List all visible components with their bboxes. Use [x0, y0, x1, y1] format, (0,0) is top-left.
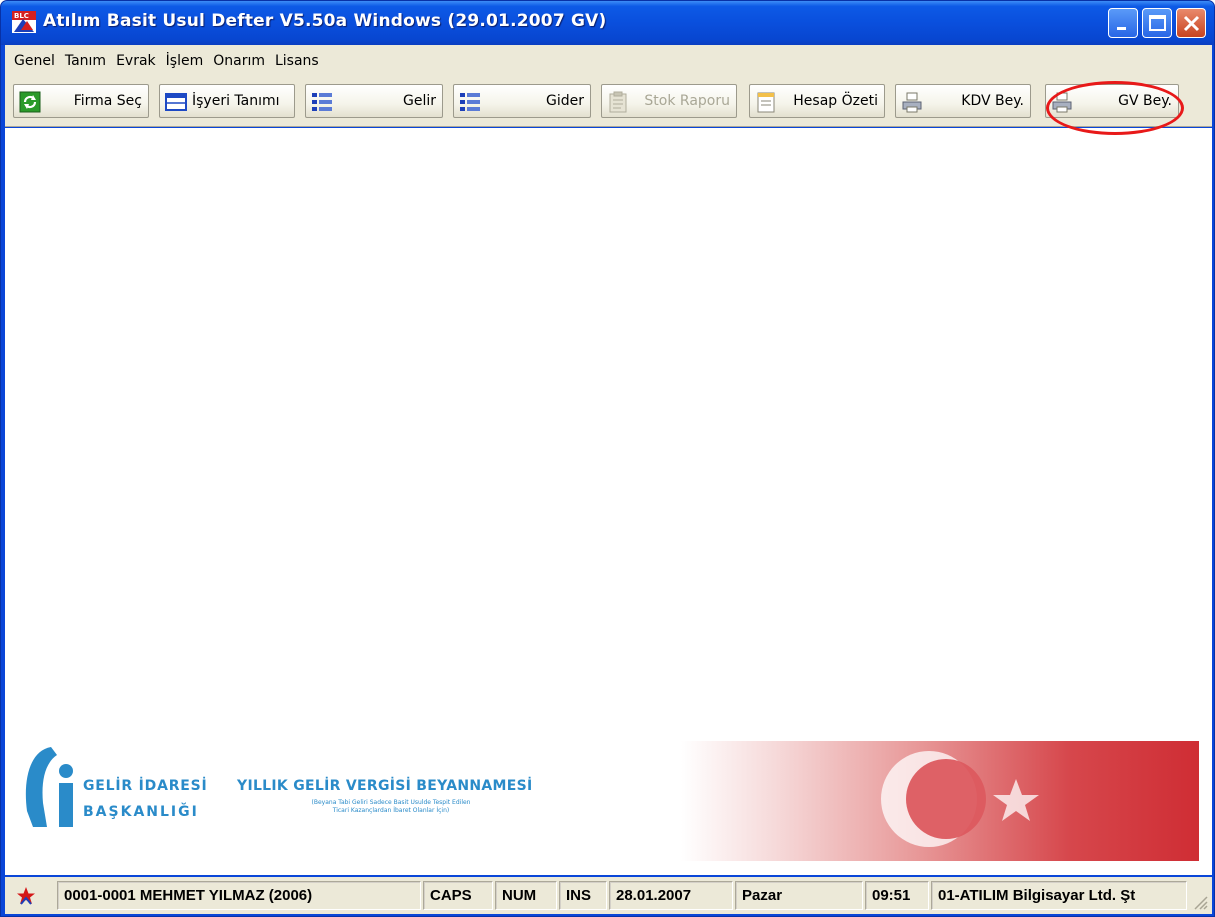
- menu-bar: Genel Tanım Evrak İşlem Onarım Lisans: [5, 45, 1212, 77]
- status-user: 0001-0001 MEHMET YILMAZ (2006): [57, 881, 421, 910]
- status-date: 28.01.2007: [609, 881, 733, 910]
- gib-org-line2: BAŞKANLIĞI: [83, 804, 199, 820]
- svg-text:BLC: BLC: [14, 12, 29, 20]
- app-window: BLC Atılım Basit Usul Defter V5.50a Wind…: [0, 0, 1215, 917]
- window-title: Atılım Basit Usul Defter V5.50a Windows …: [43, 11, 607, 31]
- menu-genel[interactable]: Genel: [9, 53, 60, 69]
- turkish-flag-banner: [681, 741, 1199, 861]
- stok-raporu-button[interactable]: Stok Raporu: [601, 84, 737, 118]
- menu-evrak[interactable]: Evrak: [111, 53, 161, 69]
- star-icon: [17, 887, 35, 905]
- stok-raporu-label: Stok Raporu: [644, 93, 730, 109]
- list-icon: [460, 93, 480, 111]
- maximize-icon: [1149, 15, 1166, 31]
- gib-subtitle-line1: (Beyana Tabi Geliri Sadece Basit Usulde …: [311, 799, 471, 806]
- resize-grip-icon[interactable]: [1192, 894, 1208, 910]
- status-time: 09:51: [865, 881, 929, 910]
- gider-label: Gider: [546, 93, 584, 109]
- status-company: 01-ATILIM Bilgisayar Ltd. Şt: [931, 881, 1187, 910]
- status-bar: 0001-0001 MEHMET YILMAZ (2006) CAPS NUM …: [5, 877, 1212, 914]
- gib-subtitle-line2: Ticari Kazançlardan İbaret Olanlar İçin): [332, 807, 450, 814]
- close-button[interactable]: [1176, 8, 1206, 38]
- isyeri-tanimi-button[interactable]: İşyeri Tanımı: [159, 84, 295, 118]
- close-icon: [1183, 15, 1200, 32]
- crescent-star-icon: [881, 751, 1039, 847]
- gider-button[interactable]: Gider: [453, 84, 591, 118]
- firma-sec-button[interactable]: Firma Seç: [13, 84, 149, 118]
- status-caps: CAPS: [423, 881, 493, 910]
- firma-sec-label: Firma Seç: [73, 93, 142, 109]
- menu-tanim[interactable]: Tanım: [60, 53, 111, 69]
- minimize-button[interactable]: [1108, 8, 1138, 38]
- kdv-bey-button[interactable]: KDV Bey.: [895, 84, 1031, 118]
- hesap-ozeti-button[interactable]: Hesap Özeti: [749, 84, 885, 118]
- gib-form-title: YILLIK GELİR VERGİSİ BEYANNAMESİ: [237, 778, 533, 794]
- refresh-icon: [19, 91, 41, 113]
- gelir-button[interactable]: Gelir: [305, 84, 443, 118]
- document-icon: [757, 92, 775, 113]
- isyeri-tanimi-label: İşyeri Tanımı: [192, 93, 280, 109]
- kdv-bey-label: KDV Bey.: [961, 93, 1024, 109]
- status-ins: INS: [559, 881, 607, 910]
- status-day: Pazar: [735, 881, 863, 910]
- gelir-label: Gelir: [403, 93, 436, 109]
- gib-org-line1: GELİR İDARESİ: [83, 778, 208, 794]
- printer-icon: [902, 92, 922, 113]
- menu-lisans[interactable]: Lisans: [270, 53, 324, 69]
- hesap-ozeti-label: Hesap Özeti: [793, 93, 878, 109]
- menu-islem[interactable]: İşlem: [161, 53, 209, 69]
- gib-logo-icon: [25, 747, 73, 827]
- list-icon: [312, 93, 332, 111]
- highlight-circle: [1046, 81, 1184, 135]
- minimize-icon: [1117, 27, 1126, 30]
- gib-form-subtitle: (Beyana Tabi Geliri Sadece Basit Usulde …: [251, 799, 531, 815]
- status-num: NUM: [495, 881, 557, 910]
- maximize-button[interactable]: [1142, 8, 1172, 38]
- app-logo-icon: BLC: [12, 11, 36, 33]
- title-bar[interactable]: BLC Atılım Basit Usul Defter V5.50a Wind…: [1, 1, 1214, 45]
- clipboard-icon: [609, 91, 627, 113]
- window-form-icon: [165, 93, 187, 111]
- menu-onarim[interactable]: Onarım: [208, 53, 270, 69]
- toolbar: Firma Seç İşyeri Tanımı Gelir Gider Stok…: [5, 77, 1212, 127]
